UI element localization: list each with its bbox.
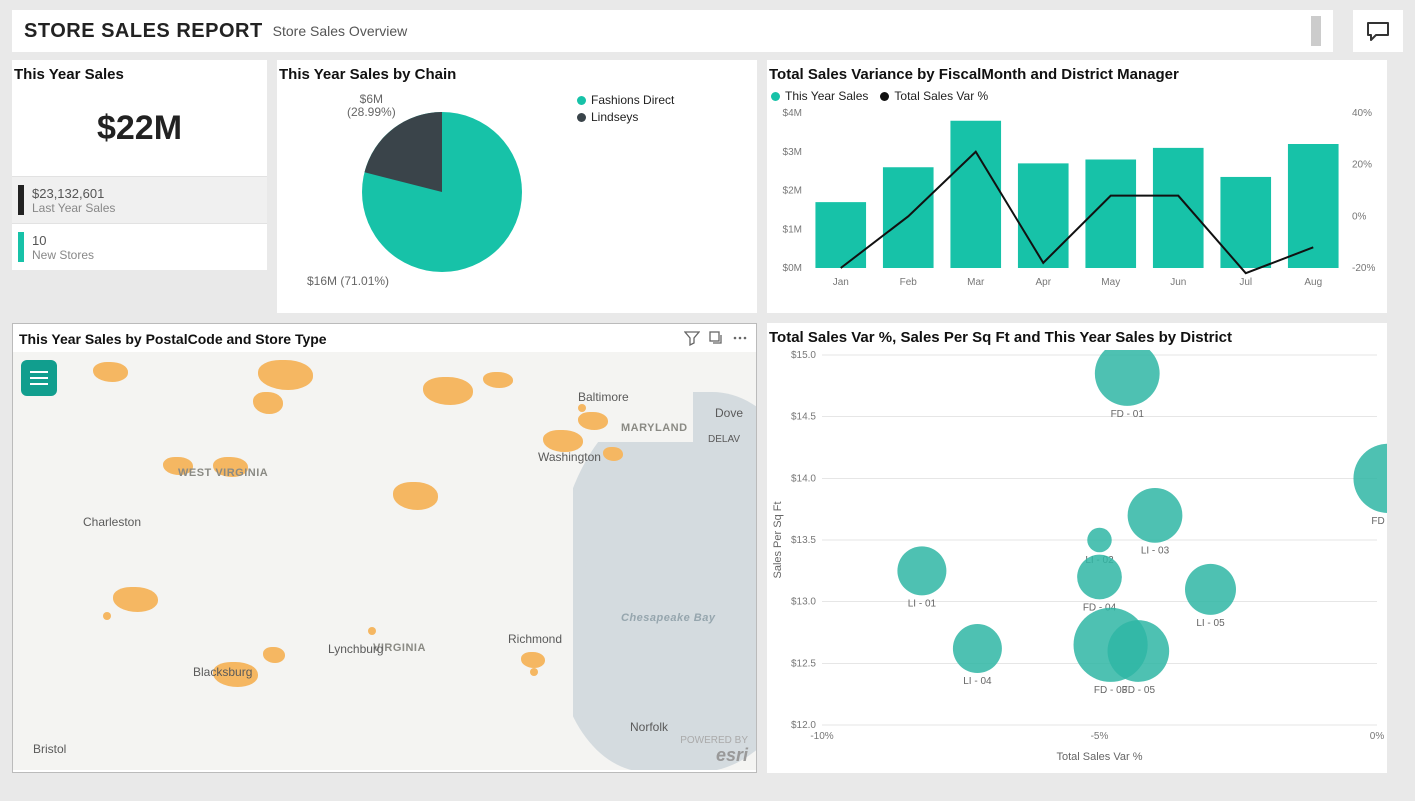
kpi-row-last-year: $23,132,601 Last Year Sales bbox=[12, 176, 267, 223]
legend-dot-icon bbox=[577, 96, 586, 105]
pie-chart: $6M (28.99%) $16M (71.01%) bbox=[277, 87, 577, 297]
svg-text:$15.0: $15.0 bbox=[791, 350, 816, 361]
svg-text:May: May bbox=[1101, 277, 1120, 288]
pie-slice-big: $16M (71.01%) bbox=[307, 275, 389, 288]
svg-text:Total Sales Var %: Total Sales Var % bbox=[1056, 751, 1142, 763]
legend-dot-icon bbox=[880, 92, 889, 101]
map-city-label: DELAV bbox=[708, 434, 740, 445]
svg-text:Feb: Feb bbox=[900, 277, 918, 288]
pie-title: This Year Sales by Chain bbox=[277, 60, 757, 87]
svg-text:Jun: Jun bbox=[1170, 277, 1186, 288]
svg-text:FD - 05: FD - 05 bbox=[1122, 685, 1156, 696]
map-menu-button[interactable] bbox=[21, 360, 57, 396]
map-city-label: Richmond bbox=[508, 632, 562, 646]
kpi-big-value: $22M bbox=[12, 87, 267, 176]
svg-text:FD - 01: FD - 01 bbox=[1111, 409, 1145, 420]
svg-text:$0M: $0M bbox=[783, 263, 802, 274]
report-title: STORE SALES REPORT bbox=[24, 20, 263, 43]
combo-legend: This Year Sales Total Sales Var % bbox=[767, 87, 1387, 108]
svg-text:$13.5: $13.5 bbox=[791, 535, 816, 546]
map-water-label: Chesapeake Bay bbox=[621, 612, 715, 624]
legend-label: This Year Sales bbox=[785, 89, 868, 103]
svg-text:0%: 0% bbox=[1370, 731, 1385, 742]
svg-text:$12.5: $12.5 bbox=[791, 658, 816, 669]
legend-label: Total Sales Var % bbox=[894, 89, 988, 103]
more-options-icon[interactable] bbox=[732, 330, 748, 346]
svg-text:$14.0: $14.0 bbox=[791, 473, 816, 484]
header-grip[interactable] bbox=[1311, 16, 1321, 46]
map-city-label: Lynchburg bbox=[328, 642, 384, 656]
svg-text:0%: 0% bbox=[1352, 211, 1367, 222]
svg-text:20%: 20% bbox=[1352, 160, 1372, 171]
svg-text:LI - 01: LI - 01 bbox=[908, 598, 937, 609]
kpi-last-year-value: $23,132,601 bbox=[32, 186, 115, 201]
pie-slice-small-top: $6M bbox=[360, 92, 383, 106]
svg-text:Jan: Jan bbox=[833, 277, 849, 288]
svg-text:LI - 03: LI - 03 bbox=[1141, 546, 1170, 557]
pie-legend: Fashions Direct Lindseys bbox=[577, 87, 674, 297]
report-subtitle: Store Sales Overview bbox=[273, 23, 408, 39]
comment-icon bbox=[1366, 21, 1390, 41]
combo-chart: $0M $1M $2M $3M $4M -20% 0% 20% 40% Jan Feb Mar Apr M… bbox=[767, 108, 1387, 293]
map-city-label: Norfolk bbox=[630, 720, 668, 734]
map-state-label: MARYLAND bbox=[621, 422, 688, 434]
kpi-last-year-label: Last Year Sales bbox=[32, 201, 115, 215]
svg-text:FD - 02: FD - 02 bbox=[1371, 516, 1387, 527]
kpi-card[interactable]: This Year Sales $22M $23,132,601 Last Ye… bbox=[12, 60, 267, 313]
svg-text:$12.0: $12.0 bbox=[791, 720, 816, 731]
scatter-chart-card[interactable]: Total Sales Var %, Sales Per Sq Ft and T… bbox=[767, 323, 1387, 773]
svg-text:Apr: Apr bbox=[1035, 277, 1051, 288]
map-city-label: Baltimore bbox=[578, 390, 629, 404]
comments-button[interactable] bbox=[1353, 10, 1403, 52]
svg-text:Aug: Aug bbox=[1304, 277, 1322, 288]
svg-text:$3M: $3M bbox=[783, 147, 802, 158]
kpi-bar-icon bbox=[18, 185, 24, 215]
map-city-label: Charleston bbox=[83, 515, 141, 529]
svg-text:$14.5: $14.5 bbox=[791, 412, 816, 423]
svg-text:$13.0: $13.0 bbox=[791, 597, 816, 608]
map-city-label: Blacksburg bbox=[193, 665, 252, 679]
legend-dot-icon bbox=[577, 113, 586, 122]
svg-text:-10%: -10% bbox=[810, 731, 833, 742]
scatter-chart: $12.0 $12.5 $13.0 $13.5 $14.0 $14.5 $15.0 -10% -… bbox=[767, 350, 1387, 765]
map-state-label: WEST VIRGINIA bbox=[178, 467, 268, 479]
map-title: This Year Sales by PostalCode and Store … bbox=[13, 325, 684, 351]
map-city-label: Dove bbox=[715, 406, 743, 420]
report-header: STORE SALES REPORT Store Sales Overview bbox=[12, 10, 1333, 52]
svg-text:LI - 05: LI - 05 bbox=[1196, 618, 1225, 629]
svg-text:-5%: -5% bbox=[1091, 731, 1109, 742]
scatter-title: Total Sales Var %, Sales Per Sq Ft and T… bbox=[767, 323, 1387, 350]
kpi-title: This Year Sales bbox=[12, 60, 267, 87]
filter-icon[interactable] bbox=[684, 330, 700, 346]
pie-slice-small-bot: (28.99%) bbox=[347, 105, 396, 119]
svg-text:Mar: Mar bbox=[967, 277, 985, 288]
svg-text:Jul: Jul bbox=[1239, 277, 1252, 288]
kpi-new-stores-label: New Stores bbox=[32, 248, 94, 262]
combo-chart-card[interactable]: Total Sales Variance by FiscalMonth and … bbox=[767, 60, 1387, 313]
map-city-label: Washington bbox=[538, 450, 601, 464]
kpi-bar-icon bbox=[18, 232, 24, 262]
esri-attribution: POWERED BY esri bbox=[680, 736, 748, 764]
svg-text:Sales Per Sq Ft: Sales Per Sq Ft bbox=[772, 501, 784, 578]
svg-text:LI - 04: LI - 04 bbox=[963, 676, 992, 687]
svg-text:40%: 40% bbox=[1352, 108, 1372, 119]
kpi-row-new-stores: 10 New Stores bbox=[12, 223, 267, 270]
map-city-label: Bristol bbox=[33, 742, 66, 756]
svg-text:$2M: $2M bbox=[783, 186, 802, 197]
legend-label: Lindseys bbox=[591, 110, 638, 124]
legend-dot-icon bbox=[771, 92, 780, 101]
map-card[interactable]: This Year Sales by PostalCode and Store … bbox=[12, 323, 757, 773]
map-canvas[interactable]: WEST VIRGINIA VIRGINIA MARYLAND Chesapea… bbox=[13, 352, 756, 770]
svg-text:-20%: -20% bbox=[1352, 263, 1375, 274]
pie-card[interactable]: This Year Sales by Chain $6M (28 bbox=[277, 60, 757, 313]
legend-label: Fashions Direct bbox=[591, 93, 674, 107]
focus-mode-icon[interactable] bbox=[708, 330, 724, 346]
svg-text:$1M: $1M bbox=[783, 224, 802, 235]
hamburger-icon bbox=[30, 371, 48, 385]
kpi-new-stores-value: 10 bbox=[32, 233, 94, 248]
combo-title: Total Sales Variance by FiscalMonth and … bbox=[767, 60, 1387, 87]
svg-text:$4M: $4M bbox=[783, 108, 802, 119]
